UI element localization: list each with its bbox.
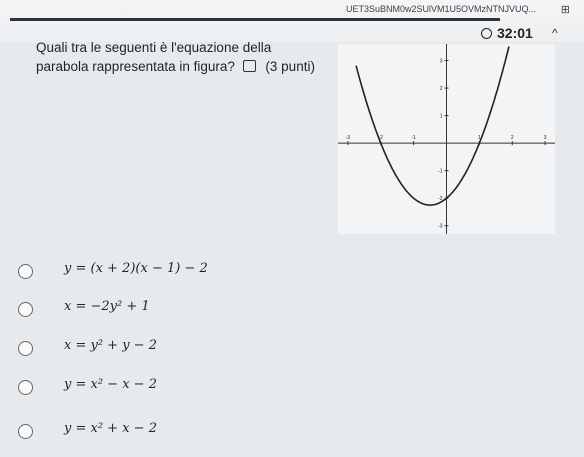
timer: 32:01: [497, 25, 533, 41]
question-text: Quali tra le seguenti è l'equazione dell…: [36, 38, 346, 76]
option-5[interactable]: y = x² + x − 2: [18, 421, 278, 446]
parabola-graph: -3 -2 -1 1 2 3321-1-2-3: [338, 44, 555, 234]
option-1[interactable]: y = (x + 2)(x − 1) − 2: [18, 261, 278, 286]
timer-icon: [481, 28, 492, 39]
option-label: y = (x + 2)(x − 1) − 2: [64, 261, 208, 276]
y-tick-label: 3: [440, 59, 443, 65]
option-label: y = x² − x − 2: [64, 377, 157, 392]
option-3[interactable]: x = y² + y − 2: [18, 338, 278, 363]
option-2[interactable]: x = −2y² + 1: [18, 299, 278, 324]
collapse-chevron-icon[interactable]: ^: [552, 26, 558, 40]
parabola-curve: [355, 46, 510, 206]
y-tick-label: 2: [440, 86, 443, 92]
option-4[interactable]: y = x² − x − 2: [18, 377, 278, 402]
radio-button[interactable]: [18, 380, 33, 395]
header-rule: [10, 18, 500, 21]
x-tick-label: 3: [544, 135, 547, 141]
option-label: x = −2y² + 1: [64, 299, 150, 314]
browser-top-bar: UET3SuBNM0w2SUlVM1U5OVMzNTNJVUQ... ⊞ 32:…: [0, 0, 584, 42]
radio-button[interactable]: [18, 302, 33, 317]
x-tick-label: -3: [346, 135, 351, 141]
url-text: UET3SuBNM0w2SUlVM1U5OVMzNTNJVUQ...: [345, 4, 536, 14]
x-tick-label: -1: [411, 135, 416, 141]
radio-button[interactable]: [18, 341, 33, 356]
option-label: x = y² + y − 2: [64, 338, 157, 353]
radio-button[interactable]: [18, 264, 33, 279]
option-label: y = x² + x − 2: [64, 421, 157, 436]
question-line-1: Quali tra le seguenti è l'equazione dell…: [36, 40, 272, 55]
y-tick-label: -1: [438, 169, 443, 175]
question-line-2: parabola rappresentata in figura?: [36, 59, 235, 74]
y-tick-label: 1: [440, 114, 443, 120]
speaker-icon[interactable]: [242, 60, 256, 72]
radio-button[interactable]: [18, 424, 33, 439]
y-tick-label: -3: [438, 224, 443, 230]
x-tick-label: 2: [511, 135, 514, 141]
points-label: (3 punti): [265, 59, 315, 74]
qr-icon[interactable]: ⊞: [561, 3, 570, 16]
